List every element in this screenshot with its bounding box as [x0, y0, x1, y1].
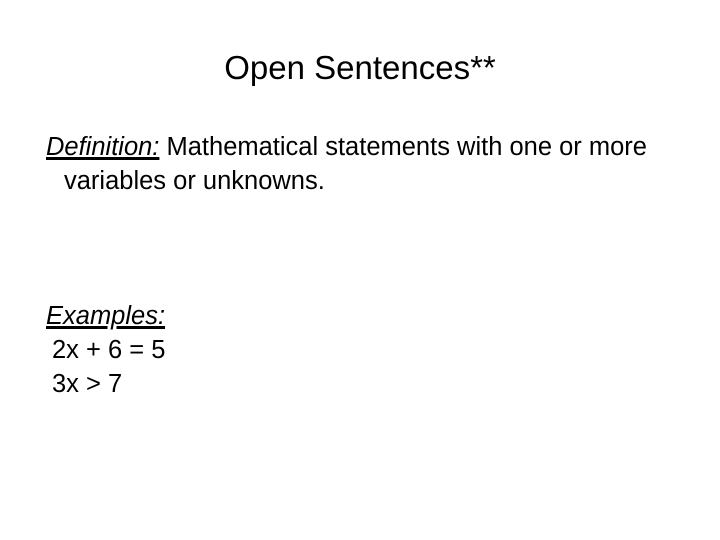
example-item: 2x + 6 = 5	[52, 336, 166, 364]
definition-label: Definition:	[46, 133, 160, 161]
slide-canvas: Open Sentences** Definition: Mathematica…	[0, 0, 720, 540]
page-title: Open Sentences**	[224, 49, 496, 86]
definition-paragraph: Definition: Mathematical statements with…	[46, 130, 649, 198]
definition-spacer	[159, 133, 166, 161]
slide-body: Definition: Mathematical statements with…	[46, 130, 649, 401]
example-item: 3x > 7	[52, 370, 123, 398]
examples-heading-row: Examples:	[46, 299, 646, 333]
examples-label: Examples:	[46, 302, 166, 330]
